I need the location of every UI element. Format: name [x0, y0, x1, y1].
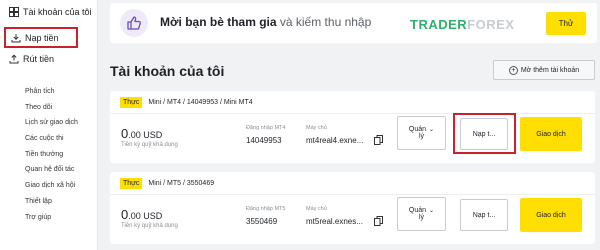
balance-caption: Tiền ký quỹ khả dụng [121, 142, 178, 148]
thumbs-up-icon [120, 9, 148, 37]
sidebar-item-help[interactable]: Trợ giúp [25, 210, 78, 226]
sidebar-item-label: Rút tiền [23, 54, 55, 64]
divider [110, 113, 595, 114]
plus-icon: + [508, 65, 518, 75]
account-card: Thực Mini / MT5 / 3550469 0.00 USD Tiền … [110, 172, 595, 244]
login-value: 14049953 [246, 136, 282, 145]
sidebar-item-monitoring[interactable]: Theo dõi [25, 100, 78, 116]
open-account-label: Mở thêm tài khoản [520, 66, 580, 74]
deposit-button[interactable]: Nạp t... [460, 118, 508, 150]
login-label: Đăng nhập MT5 [246, 206, 286, 212]
page-title: Tài khoản của tôi [110, 63, 225, 79]
sidebar-item-trade-history[interactable]: Lịch sử giao dịch [25, 115, 78, 131]
sidebar: Tài khoản của tôi Nạp tiền Rút tiền Phân… [0, 0, 98, 250]
referral-banner: Mời bạn bè tham gia và kiếm thu nhập TRA… [110, 3, 597, 43]
sidebar-item-withdraw[interactable]: Rút tiền [0, 52, 98, 66]
copy-icon[interactable] [374, 135, 383, 145]
account-name: Mini / MT4 / 14049953 / Mini MT4 [148, 99, 253, 106]
sidebar-item-bonuses[interactable]: Tiền thưởng [25, 147, 78, 163]
deposit-button[interactable]: Nạp t... [460, 199, 508, 231]
server-value: mt4real4.exne... [306, 136, 364, 145]
chevron-down-icon: ⌄ [429, 127, 435, 133]
grid-icon [9, 7, 19, 17]
login-value: 3550469 [246, 217, 278, 226]
account-card: Thực Mini / MT4 / 14049953 / Mini MT4 0.… [110, 91, 595, 163]
status-badge: Thực [120, 178, 143, 189]
sidebar-item-my-accounts[interactable]: Tài khoản của tôi [0, 0, 97, 24]
traderforex-logo: TRADERFOREX [410, 17, 515, 32]
sidebar-item-social-trading[interactable]: Giao dịch xã hội [25, 178, 78, 194]
manage-button[interactable]: Quản ⌄ lý [397, 197, 446, 231]
divider [110, 194, 595, 195]
account-balance: 0.00 USD [121, 207, 163, 222]
server-value: mt5real.exnes... [306, 217, 363, 226]
trade-button[interactable]: Giao dịch [520, 117, 582, 151]
account-name: Mini / MT5 / 3550469 [148, 180, 215, 187]
manage-button[interactable]: Quản ⌄ lý [397, 116, 446, 150]
download-icon [11, 33, 21, 42]
trade-button[interactable]: Giao dịch [520, 198, 582, 232]
account-balance: 0.00 USD [121, 126, 163, 141]
sidebar-item-analysis[interactable]: Phân tích [25, 84, 78, 100]
banner-text: Mời bạn bè tham gia và kiếm thu nhập [160, 15, 371, 29]
sidebar-item-partnership[interactable]: Quan hệ đối tác [25, 162, 78, 178]
banner-text-rest: và kiếm thu nhập [276, 15, 372, 29]
open-account-button[interactable]: + Mở thêm tài khoản [493, 60, 595, 80]
upload-icon [9, 54, 19, 64]
sidebar-item-deposit[interactable]: Nạp tiền [4, 27, 78, 48]
chevron-down-icon: ⌄ [429, 208, 435, 214]
sidebar-item-label: Nạp tiền [25, 32, 59, 43]
try-button[interactable]: Thử [546, 12, 586, 35]
copy-icon[interactable] [374, 216, 383, 226]
sidebar-nav-list: Phân tích Theo dõi Lịch sử giao dịch Các… [25, 84, 78, 225]
status-badge: Thực [120, 97, 143, 108]
sidebar-item-settings[interactable]: Thiết lập [25, 194, 78, 210]
sidebar-item-contests[interactable]: Các cuộc thi [25, 131, 78, 147]
server-label: Máy chủ [306, 125, 327, 131]
server-label: Máy chủ [306, 206, 327, 212]
banner-text-bold: Mời bạn bè tham gia [160, 15, 277, 29]
login-label: Đăng nhập MT4 [246, 125, 286, 131]
sidebar-item-label: Tài khoản của tôi [23, 7, 92, 17]
balance-caption: Tiền ký quỹ khả dụng [121, 223, 178, 229]
